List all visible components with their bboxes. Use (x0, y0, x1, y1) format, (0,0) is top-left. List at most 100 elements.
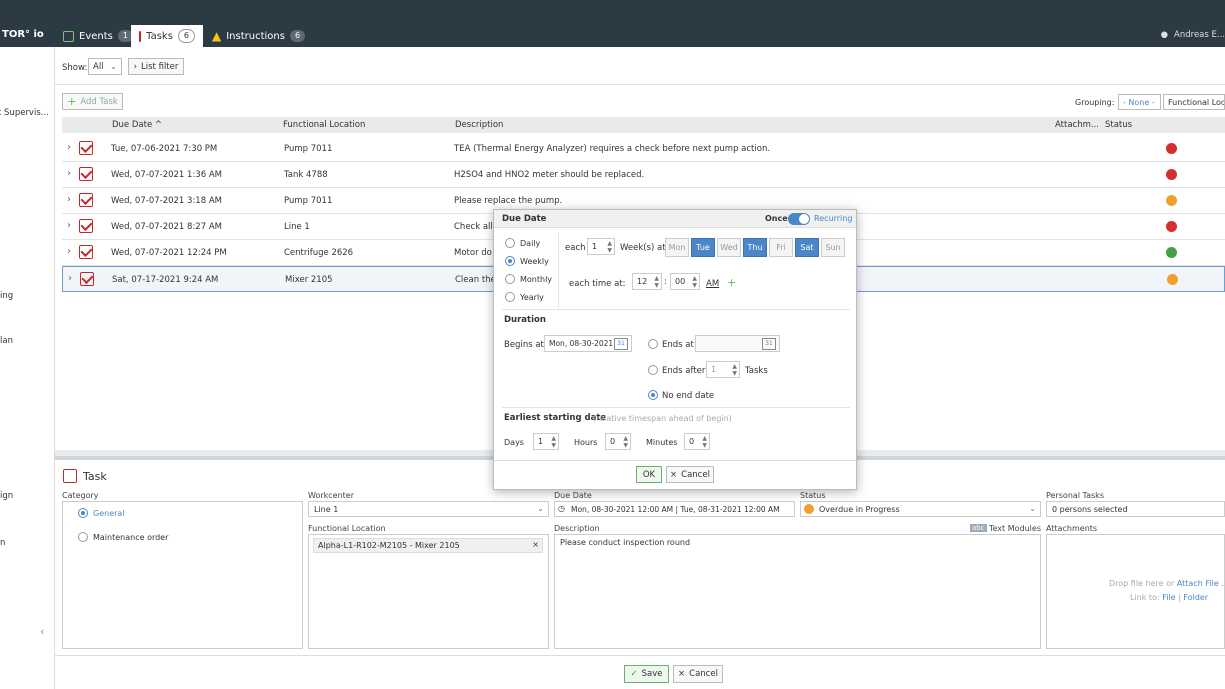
hour-stepper[interactable]: 12 ▲ ▼ (632, 273, 662, 290)
status-dot-icon (804, 504, 814, 514)
column-attachments[interactable]: Attachm... (1055, 120, 1099, 130)
close-icon[interactable]: × (532, 540, 539, 549)
radio-maintenance-order[interactable] (78, 532, 88, 542)
stepper-arrows-icon: ▲ ▼ (551, 435, 556, 449)
filter-bar: Show: All ⌄ › List filter (55, 47, 1225, 85)
hours-stepper[interactable]: 0 ▲ ▼ (605, 433, 631, 450)
user-menu[interactable]: ● Andreas E... (1161, 30, 1225, 40)
description-textarea[interactable]: Please conduct inspection round (554, 534, 1041, 649)
location-cell: Line 1 (284, 222, 310, 232)
plus-icon: + (67, 95, 77, 108)
tab-events[interactable]: Events 1 (55, 25, 141, 47)
link-folder[interactable]: Folder (1183, 593, 1208, 602)
radio-general[interactable] (78, 508, 88, 518)
divider (494, 460, 856, 461)
add-time-button[interactable]: + (727, 276, 736, 289)
due-date-dialog: Due Date Once Recurring Daily Weekly Mon… (493, 209, 857, 490)
column-due-date[interactable]: Due Date ^ (112, 120, 162, 130)
table-row[interactable]: › Wed, 07-07-2021 1:36 AM Tank 4788 H2SO4 a… (62, 162, 1225, 188)
tab-tasks[interactable]: Tasks 6 (131, 25, 203, 47)
radio-weekly[interactable] (505, 256, 515, 266)
day-button-sat[interactable]: Sat (795, 238, 819, 257)
workcenter-select[interactable]: Line 1 ⌄ (308, 501, 549, 517)
left-nav: t Supervis... ing lan ign n ‹ (0, 47, 55, 689)
nav-item[interactable]: t Supervis... (0, 108, 49, 118)
chevron-right-icon[interactable]: › (67, 142, 71, 153)
radio-yearly[interactable] (505, 292, 515, 302)
ampm-toggle[interactable]: AM (706, 279, 719, 289)
due-date-cell: Wed, 07-07-2021 12:24 PM (111, 248, 227, 258)
top-bar: TOR° io Events 1 Tasks 6 ▲ Instructions … (0, 0, 1225, 47)
status-dot-icon (1166, 247, 1177, 258)
status-select[interactable]: Overdue in Progress ⌄ (800, 501, 1041, 517)
minutes-stepper[interactable]: 0 ▲ ▼ (684, 433, 710, 450)
list-filter-button[interactable]: › List filter (128, 58, 184, 75)
attachments-dropzone[interactable]: Drop file here or Attach File ... Link t… (1046, 534, 1225, 649)
chevron-right-icon[interactable]: › (67, 194, 71, 205)
column-status[interactable]: Status (1105, 120, 1132, 130)
save-button[interactable]: ✓ Save (624, 665, 669, 683)
attach-file-link[interactable]: Attach File ... (1177, 579, 1224, 588)
column-description[interactable]: Description (455, 120, 503, 130)
table-row[interactable]: › Tue, 07-06-2021 7:30 PM Pump 7011 TEA (Th… (62, 136, 1225, 162)
nav-item[interactable]: n (0, 538, 5, 548)
day-button-fri[interactable]: Fri (769, 238, 793, 257)
status-dot-icon (1166, 221, 1177, 232)
radio-daily[interactable] (505, 238, 515, 248)
grouping-select[interactable]: - None - (1118, 94, 1161, 110)
status-dot-icon (1166, 169, 1177, 180)
chevron-down-icon: ⌄ (109, 61, 117, 72)
chevron-right-icon[interactable]: › (68, 273, 72, 284)
cancel-button[interactable]: × Cancel (673, 665, 723, 683)
text-modules-link[interactable]: Text Modules (989, 524, 1041, 533)
dialog-header: Due Date Once Recurring (494, 210, 856, 228)
calendar-icon[interactable]: 31 (762, 338, 776, 350)
functional-location-chip[interactable]: Alpha-L1-R102-M2105 - Mixer 2105 × (313, 538, 543, 553)
nav-item[interactable]: ing (0, 291, 13, 301)
show-select[interactable]: All ⌄ (88, 58, 122, 75)
day-button-tue[interactable]: Tue (691, 238, 715, 257)
each-weeks-stepper[interactable]: 1 ▲ ▼ (587, 238, 615, 255)
personal-tasks-field[interactable]: 0 persons selected (1046, 501, 1225, 517)
chevron-right-icon[interactable]: › (67, 220, 71, 231)
radio-monthly[interactable] (505, 274, 515, 284)
radio-ends-at[interactable] (648, 339, 658, 349)
location-cell: Tank 4788 (284, 170, 328, 180)
chevron-right-icon[interactable]: › (67, 246, 71, 257)
radio-ends-after[interactable] (648, 365, 658, 375)
tab-instructions[interactable]: ▲ Instructions 6 (204, 25, 313, 47)
due-date-field[interactable]: ◷ Mon, 08-30-2021 12:00 AM | Tue, 08-31-… (554, 501, 795, 517)
nav-item[interactable]: ign (0, 491, 13, 501)
day-button-mon[interactable]: Mon (665, 238, 689, 257)
day-button-thu[interactable]: Thu (743, 238, 767, 257)
add-task-button[interactable]: + Add Task (62, 93, 123, 110)
ok-button[interactable]: OK (636, 466, 662, 483)
location-cell: Mixer 2105 (285, 275, 333, 285)
day-button-sun[interactable]: Sun (821, 238, 845, 257)
description-cell: TEA (Thermal Energy Analyzer) requires a… (454, 144, 771, 154)
nav-item[interactable]: lan (0, 336, 13, 346)
chevron-right-icon: › (133, 61, 138, 72)
dialog-cancel-button[interactable]: × Cancel (666, 466, 714, 483)
link-file[interactable]: File (1162, 593, 1175, 602)
day-button-wed[interactable]: Wed (717, 238, 741, 257)
radio-no-end-date[interactable] (648, 390, 658, 400)
functional-location-box: Alpha-L1-R102-M2105 - Mixer 2105 × (308, 534, 549, 649)
table-header: Due Date ^ Functional Location Descripti… (62, 117, 1225, 133)
once-recurring-toggle[interactable] (788, 213, 810, 225)
calendar-icon[interactable]: 31 (614, 338, 628, 350)
chevron-right-icon[interactable]: › (67, 168, 71, 179)
task-check-icon (79, 245, 93, 259)
close-icon: × (678, 669, 686, 679)
ends-after-stepper[interactable]: 1 ▲ ▼ (706, 361, 740, 378)
ends-at-input[interactable]: 31 (695, 335, 780, 352)
days-stepper[interactable]: 1 ▲ ▼ (533, 433, 559, 450)
minute-stepper[interactable]: 00 ▲ ▼ (670, 273, 700, 290)
due-date-cell: Sat, 07-17-2021 9:24 AM (112, 275, 219, 285)
warning-icon: ▲ (212, 29, 222, 43)
begins-at-input[interactable]: Mon, 08-30-2021 31 (544, 335, 632, 352)
column-functional-location[interactable]: Functional Location (283, 120, 365, 130)
grouping-option[interactable]: Functional Loca... (1163, 94, 1225, 110)
collapse-icon[interactable]: ‹ (40, 625, 44, 638)
divider (502, 309, 850, 310)
